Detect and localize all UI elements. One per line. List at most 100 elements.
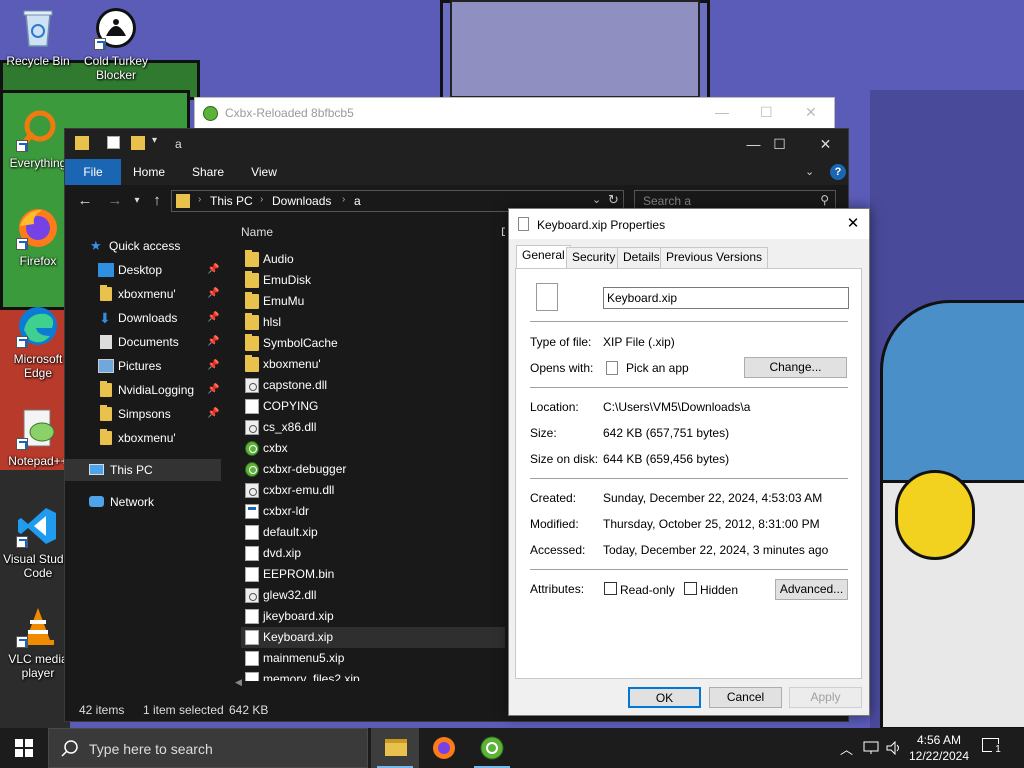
ok-button[interactable]: OK [628,687,701,708]
file-row[interactable]: cxbx [241,438,505,459]
breadcrumb-downloads[interactable]: Downloads [272,194,331,208]
expand-ribbon-chevron-icon[interactable]: ⌄ [805,165,814,178]
nav-this-pc[interactable]: This PC [65,459,221,481]
show-hidden-icons-chevron-icon[interactable]: ︿ [840,739,853,758]
minimize-icon[interactable]: — [715,104,729,120]
desktop-icon-recycle-bin[interactable]: Recycle Bin [0,6,76,68]
size-value: 642 KB (657,751 bytes) [603,426,730,440]
tab-share[interactable]: Share [183,159,233,185]
taskbar-search-box[interactable]: Type here to search [48,728,368,768]
tab-general[interactable]: General [516,245,571,269]
taskbar-search-placeholder: Type here to search [89,741,213,757]
file-list-scrollbar[interactable]: ◀ [235,677,503,691]
taskbar-file-explorer[interactable] [371,728,419,768]
column-header-name[interactable]: ⌃ Name [235,221,505,245]
document-icon [245,525,259,540]
nav-item-documents[interactable]: Documents 📌 [65,331,221,353]
taskbar-cxbx[interactable] [468,728,516,768]
volume-icon[interactable] [886,741,902,755]
file-row[interactable]: jkeyboard.xip [241,606,505,627]
selection-size: 642 KB [229,703,269,717]
hidden-checkbox[interactable] [684,582,697,595]
clock-time: 4:56 AM [916,733,962,747]
nav-quick-access[interactable]: ★ Quick access [65,235,221,257]
cancel-button[interactable]: Cancel [709,687,782,708]
file-row[interactable]: dvd.xip [241,543,505,564]
file-row[interactable]: mainmenu5.xip [241,648,505,669]
file-row[interactable]: xboxmenu' [241,354,505,375]
close-icon[interactable]: ✕ [837,209,869,239]
nav-item-pictures[interactable]: Pictures 📌 [65,355,221,377]
nav-item-xboxmenu[interactable]: xboxmenu' 📌 [65,283,221,305]
nav-item-simpsons[interactable]: Simpsons 📌 [65,403,221,425]
up-arrow-icon[interactable]: ↑ [147,191,167,211]
file-row[interactable]: EEPROM.bin [241,564,505,585]
nav-label: Desktop [118,263,163,277]
properties-dialog[interactable]: Keyboard.xip Properties ✕ General Securi… [508,208,870,716]
network-icon[interactable] [863,741,879,755]
tab-home[interactable]: Home [125,159,173,185]
nav-network[interactable]: Network [65,491,221,513]
file-row[interactable]: cxbxr-debugger [241,459,505,480]
properties-titlebar[interactable]: Keyboard.xip Properties ✕ [509,209,869,239]
tab-details[interactable]: Details [617,247,666,268]
nav-item-downloads[interactable]: ⬇ Downloads 📌 [65,307,221,329]
nav-item-nvidialogging[interactable]: NvidiaLogging 📌 [65,379,221,401]
explorer-titlebar[interactable]: ▾ a — ☐ ✕ [65,129,848,159]
back-arrow-icon[interactable]: ← [75,191,95,211]
advanced-button[interactable]: Advanced... [775,579,848,600]
recent-locations-chevron-icon[interactable]: ▾ [127,191,147,211]
divider [530,387,848,388]
close-icon[interactable]: ✕ [803,129,848,159]
forward-arrow-icon[interactable]: → [105,191,125,211]
recycle-bin-icon [16,6,60,50]
refresh-icon[interactable]: ↻ [608,192,619,208]
breadcrumb-a[interactable]: a [354,194,361,208]
tab-file[interactable]: File [65,159,121,185]
tab-previous-versions[interactable]: Previous Versions [660,247,769,268]
change-button[interactable]: Change... [744,357,847,378]
cxbx-icon [480,736,504,760]
maximize-icon[interactable]: ☐ [757,129,802,159]
nav-item-xboxmenu-2[interactable]: xboxmenu' [65,427,221,449]
desktop-icon-cold-turkey[interactable]: Cold Turkey Blocker [78,6,154,82]
new-folder-icon[interactable] [131,136,145,150]
taskbar-firefox[interactable] [420,728,468,768]
help-icon[interactable]: ? [830,164,846,180]
filename-field[interactable] [603,287,849,309]
close-icon[interactable]: ✕ [805,104,817,121]
file-row[interactable]: capstone.dll [241,375,505,396]
file-row[interactable]: Audio [241,249,505,270]
nav-label: Network [110,495,155,509]
readonly-checkbox[interactable] [604,582,617,595]
file-row[interactable]: EmuMu [241,291,505,312]
file-row[interactable]: cxbxr-emu.dll [241,480,505,501]
file-name: cs_x86.dll [263,420,317,434]
file-row[interactable]: Keyboard.xip [241,627,505,648]
file-row[interactable]: COPYING [241,396,505,417]
file-row[interactable]: cs_x86.dll [241,417,505,438]
taskbar-clock[interactable]: 4:56 AM 12/22/2024 [908,732,970,764]
tab-view[interactable]: View [241,159,287,185]
breadcrumb-this-pc[interactable]: This PC [210,194,253,208]
column-header-date[interactable]: D [501,225,505,239]
apply-button[interactable]: Apply [789,687,862,708]
file-row[interactable]: hlsl [241,312,505,333]
divider [530,569,848,570]
properties-checkmark-icon[interactable] [107,136,120,149]
maximize-icon[interactable]: ☐ [760,104,773,121]
file-row[interactable]: SymbolCache [241,333,505,354]
file-row[interactable]: default.xip [241,522,505,543]
address-dropdown-chevron-icon[interactable]: ⌄ [592,193,601,206]
file-row[interactable]: EmuDisk [241,270,505,291]
file-row[interactable]: glew32.dll [241,585,505,606]
tab-security[interactable]: Security [566,247,622,268]
file-row[interactable]: cxbxr-ldr [241,501,505,522]
notifications-button[interactable]: 1 [982,738,1004,756]
nav-item-desktop[interactable]: Desktop 📌 [65,259,221,281]
scroll-left-icon[interactable]: ◀ [235,677,242,688]
customize-toolbar-chevron-icon[interactable]: ▾ [152,135,157,146]
dll-file-icon [245,588,259,603]
document-icon [245,609,259,624]
start-button[interactable] [0,728,48,768]
